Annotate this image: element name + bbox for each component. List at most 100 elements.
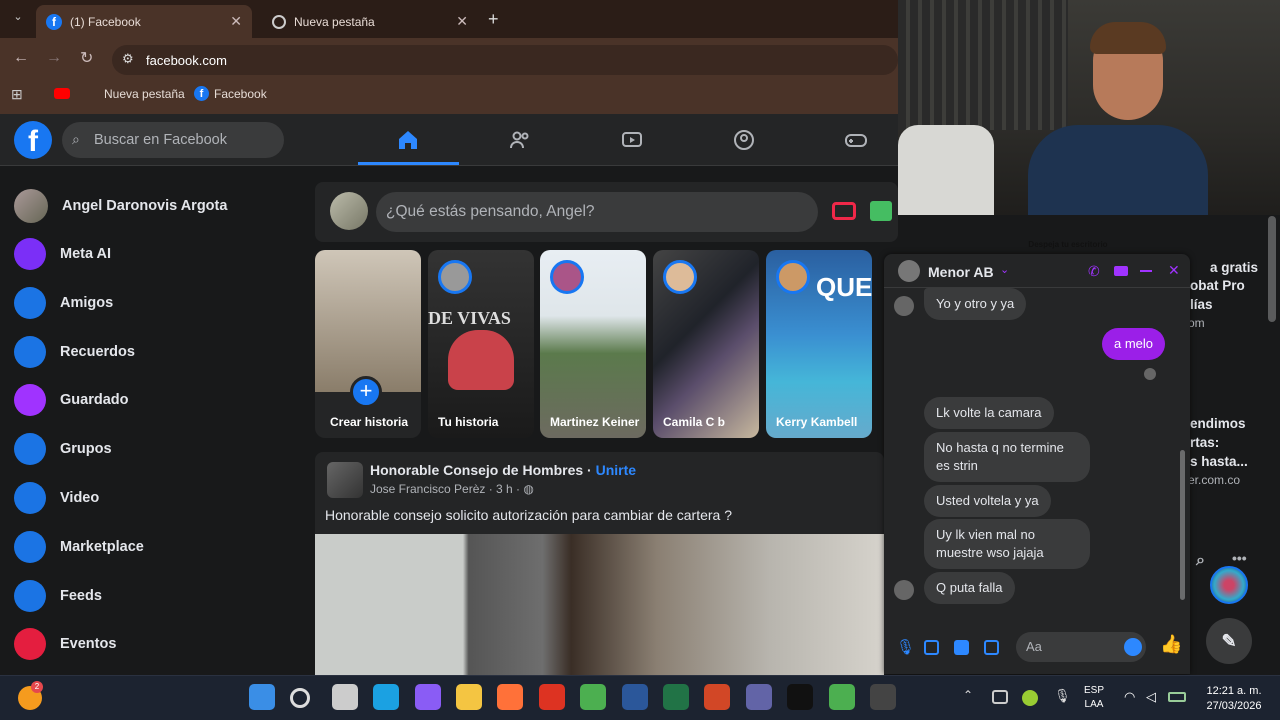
chrome-favicon-icon xyxy=(272,14,286,29)
message-bubble: Q puta falla xyxy=(924,572,1015,604)
story-create[interactable]: + Crear historia xyxy=(315,250,421,438)
sidebar-item-marketplace[interactable]: Marketplace xyxy=(14,525,304,569)
file-explorer-icon[interactable] xyxy=(456,684,482,710)
like-thumb-icon[interactable]: 👍 xyxy=(1160,634,1182,655)
bookmark-facebook[interactable]: Facebook xyxy=(214,87,267,101)
live-video-icon[interactable] xyxy=(832,202,856,220)
nav-video-icon[interactable] xyxy=(612,124,652,156)
minimize-icon[interactable] xyxy=(1140,270,1152,272)
tab-search-button[interactable]: ⌄ xyxy=(8,10,28,28)
tray-mic-icon[interactable]: 🎙 xyxy=(1054,688,1071,704)
more-options-icon[interactable]: ••• xyxy=(1232,550,1247,566)
close-tab-icon[interactable]: ✕ xyxy=(230,13,242,30)
group-avatar[interactable] xyxy=(327,462,363,498)
facebook-search-input[interactable]: ⌕ Buscar en Facebook xyxy=(62,122,284,158)
bookmark-nueva-pestana[interactable]: Nueva pestaña xyxy=(104,87,185,101)
sidebar-item-amigos[interactable]: Amigos xyxy=(14,281,304,325)
tab-facebook[interactable]: f (1) Facebook ✕ xyxy=(36,5,252,38)
teams-icon[interactable] xyxy=(745,684,772,710)
video-call-icon[interactable] xyxy=(1114,266,1128,276)
apps-grid-icon[interactable]: ⊞ xyxy=(11,86,23,103)
photo-video-icon[interactable] xyxy=(870,201,892,221)
chevron-down-icon[interactable]: ⌄ xyxy=(1000,263,1009,276)
excel-icon[interactable] xyxy=(663,684,689,710)
voice-call-icon[interactable]: ✆ xyxy=(1088,263,1100,280)
reload-icon[interactable]: ↻ xyxy=(80,48,93,68)
word-icon[interactable] xyxy=(621,684,648,710)
emoji-icon[interactable] xyxy=(1124,638,1142,656)
chat-scrollbar[interactable] xyxy=(1180,450,1185,600)
story-martinez-keiner[interactable]: Martinez Keiner xyxy=(540,250,646,438)
close-tab-icon[interactable]: ✕ xyxy=(456,13,468,30)
nav-groups-icon[interactable] xyxy=(724,124,764,156)
clock[interactable]: 12:21 a. m. 27/03/2026 xyxy=(1198,684,1270,714)
sidebar-item-meta-ai[interactable]: Meta AI xyxy=(14,232,304,276)
nav-gaming-icon[interactable] xyxy=(836,124,876,156)
story-tu-historia[interactable]: DE VIVAS Tu historia xyxy=(428,250,534,438)
post-image[interactable] xyxy=(315,534,884,682)
tray-chevron-icon[interactable]: ⌃ xyxy=(963,688,973,702)
ad-text: lías xyxy=(1190,297,1213,312)
battery-icon[interactable] xyxy=(1168,692,1186,702)
sticker-icon[interactable] xyxy=(954,640,969,655)
join-group-link[interactable]: Unirte xyxy=(596,462,636,478)
powerpoint-icon[interactable] xyxy=(704,684,731,710)
close-chat-icon[interactable]: ✕ xyxy=(1168,262,1180,279)
wps-icon[interactable] xyxy=(538,684,565,710)
chrome-icon[interactable] xyxy=(580,684,607,710)
new-tab-plus-icon[interactable]: + xyxy=(488,9,499,30)
story-label: Camila C b xyxy=(663,415,726,429)
wifi-icon[interactable]: ◠ xyxy=(1124,689,1135,705)
message-bubble: Usted voltela y ya xyxy=(924,485,1051,517)
chat-contact-name[interactable]: Menor AB xyxy=(928,264,994,280)
sidebar-item-profile[interactable]: Angel Daronovis Argota xyxy=(14,184,304,228)
message-bubble: Uy lk vien mal no muestre wso jajaja xyxy=(924,519,1090,569)
site-info-icon[interactable]: ⚙ xyxy=(122,51,134,67)
sidebar-item-eventos[interactable]: Eventos xyxy=(14,622,304,666)
firefox-icon[interactable] xyxy=(497,684,524,710)
gallery-icon[interactable] xyxy=(924,640,939,655)
copilot-icon[interactable] xyxy=(414,684,441,710)
sidebar-item-guardado[interactable]: Guardado xyxy=(14,378,304,422)
sidebar-item-grupos[interactable]: Grupos xyxy=(14,427,304,471)
sidebar-item-feeds[interactable]: Feeds xyxy=(14,574,304,618)
tiktok-icon[interactable] xyxy=(787,684,814,710)
page-scrollbar[interactable] xyxy=(1268,216,1276,322)
right-sidebar: a gratis obat Pro lías om endimos rtas: … xyxy=(1186,250,1280,680)
youtube-icon[interactable] xyxy=(54,88,70,99)
story-kerry-kambell[interactable]: QUE Kerry Kambell xyxy=(766,250,872,438)
ad-text: a gratis xyxy=(1210,260,1259,275)
avatar xyxy=(663,260,697,294)
avatar[interactable] xyxy=(898,260,920,282)
start-icon[interactable] xyxy=(249,684,275,710)
post-group-name[interactable]: Honorable Consejo de Hombres xyxy=(370,462,583,478)
tray-app-icon[interactable] xyxy=(992,690,1008,704)
forward-arrow-icon[interactable]: → xyxy=(46,49,62,67)
sidebar-item-recuerdos[interactable]: Recuerdos xyxy=(14,330,304,374)
language-indicator[interactable]: ESP LAA xyxy=(1084,684,1104,712)
obs-icon[interactable] xyxy=(870,684,896,710)
edge-icon[interactable] xyxy=(373,684,400,710)
address-bar[interactable]: ⚙ facebook.com xyxy=(112,45,898,75)
microphone-icon[interactable]: 🎙 xyxy=(896,638,915,656)
add-story-plus-icon[interactable]: + xyxy=(350,376,382,408)
nav-home-icon[interactable] xyxy=(388,124,428,156)
chrome-active-icon[interactable] xyxy=(828,684,855,710)
new-message-icon[interactable]: ✎ xyxy=(1206,618,1252,664)
task-view-icon[interactable] xyxy=(331,684,358,710)
composer-input[interactable]: ¿Qué estás pensando, Angel? xyxy=(376,192,818,232)
facebook-logo-icon[interactable]: f xyxy=(14,121,52,159)
sidebar-item-label: Guardado xyxy=(60,392,129,409)
back-arrow-icon[interactable]: ← xyxy=(13,49,29,67)
volume-icon[interactable]: ◁ xyxy=(1146,689,1156,705)
nav-friends-icon[interactable] xyxy=(500,124,540,156)
story-label: Crear historia xyxy=(330,415,409,429)
tray-app-icon[interactable] xyxy=(1022,690,1038,706)
tab-new-tab[interactable]: Nueva pestaña ✕ xyxy=(262,5,478,38)
chat-head-avatar[interactable] xyxy=(1210,566,1248,604)
avatar[interactable] xyxy=(330,192,368,230)
gif-icon[interactable] xyxy=(984,640,999,655)
sidebar-item-video[interactable]: Video xyxy=(14,476,304,520)
story-camila[interactable]: Camila C b xyxy=(653,250,759,438)
search-contacts-icon[interactable]: ⌕ xyxy=(1196,552,1205,570)
